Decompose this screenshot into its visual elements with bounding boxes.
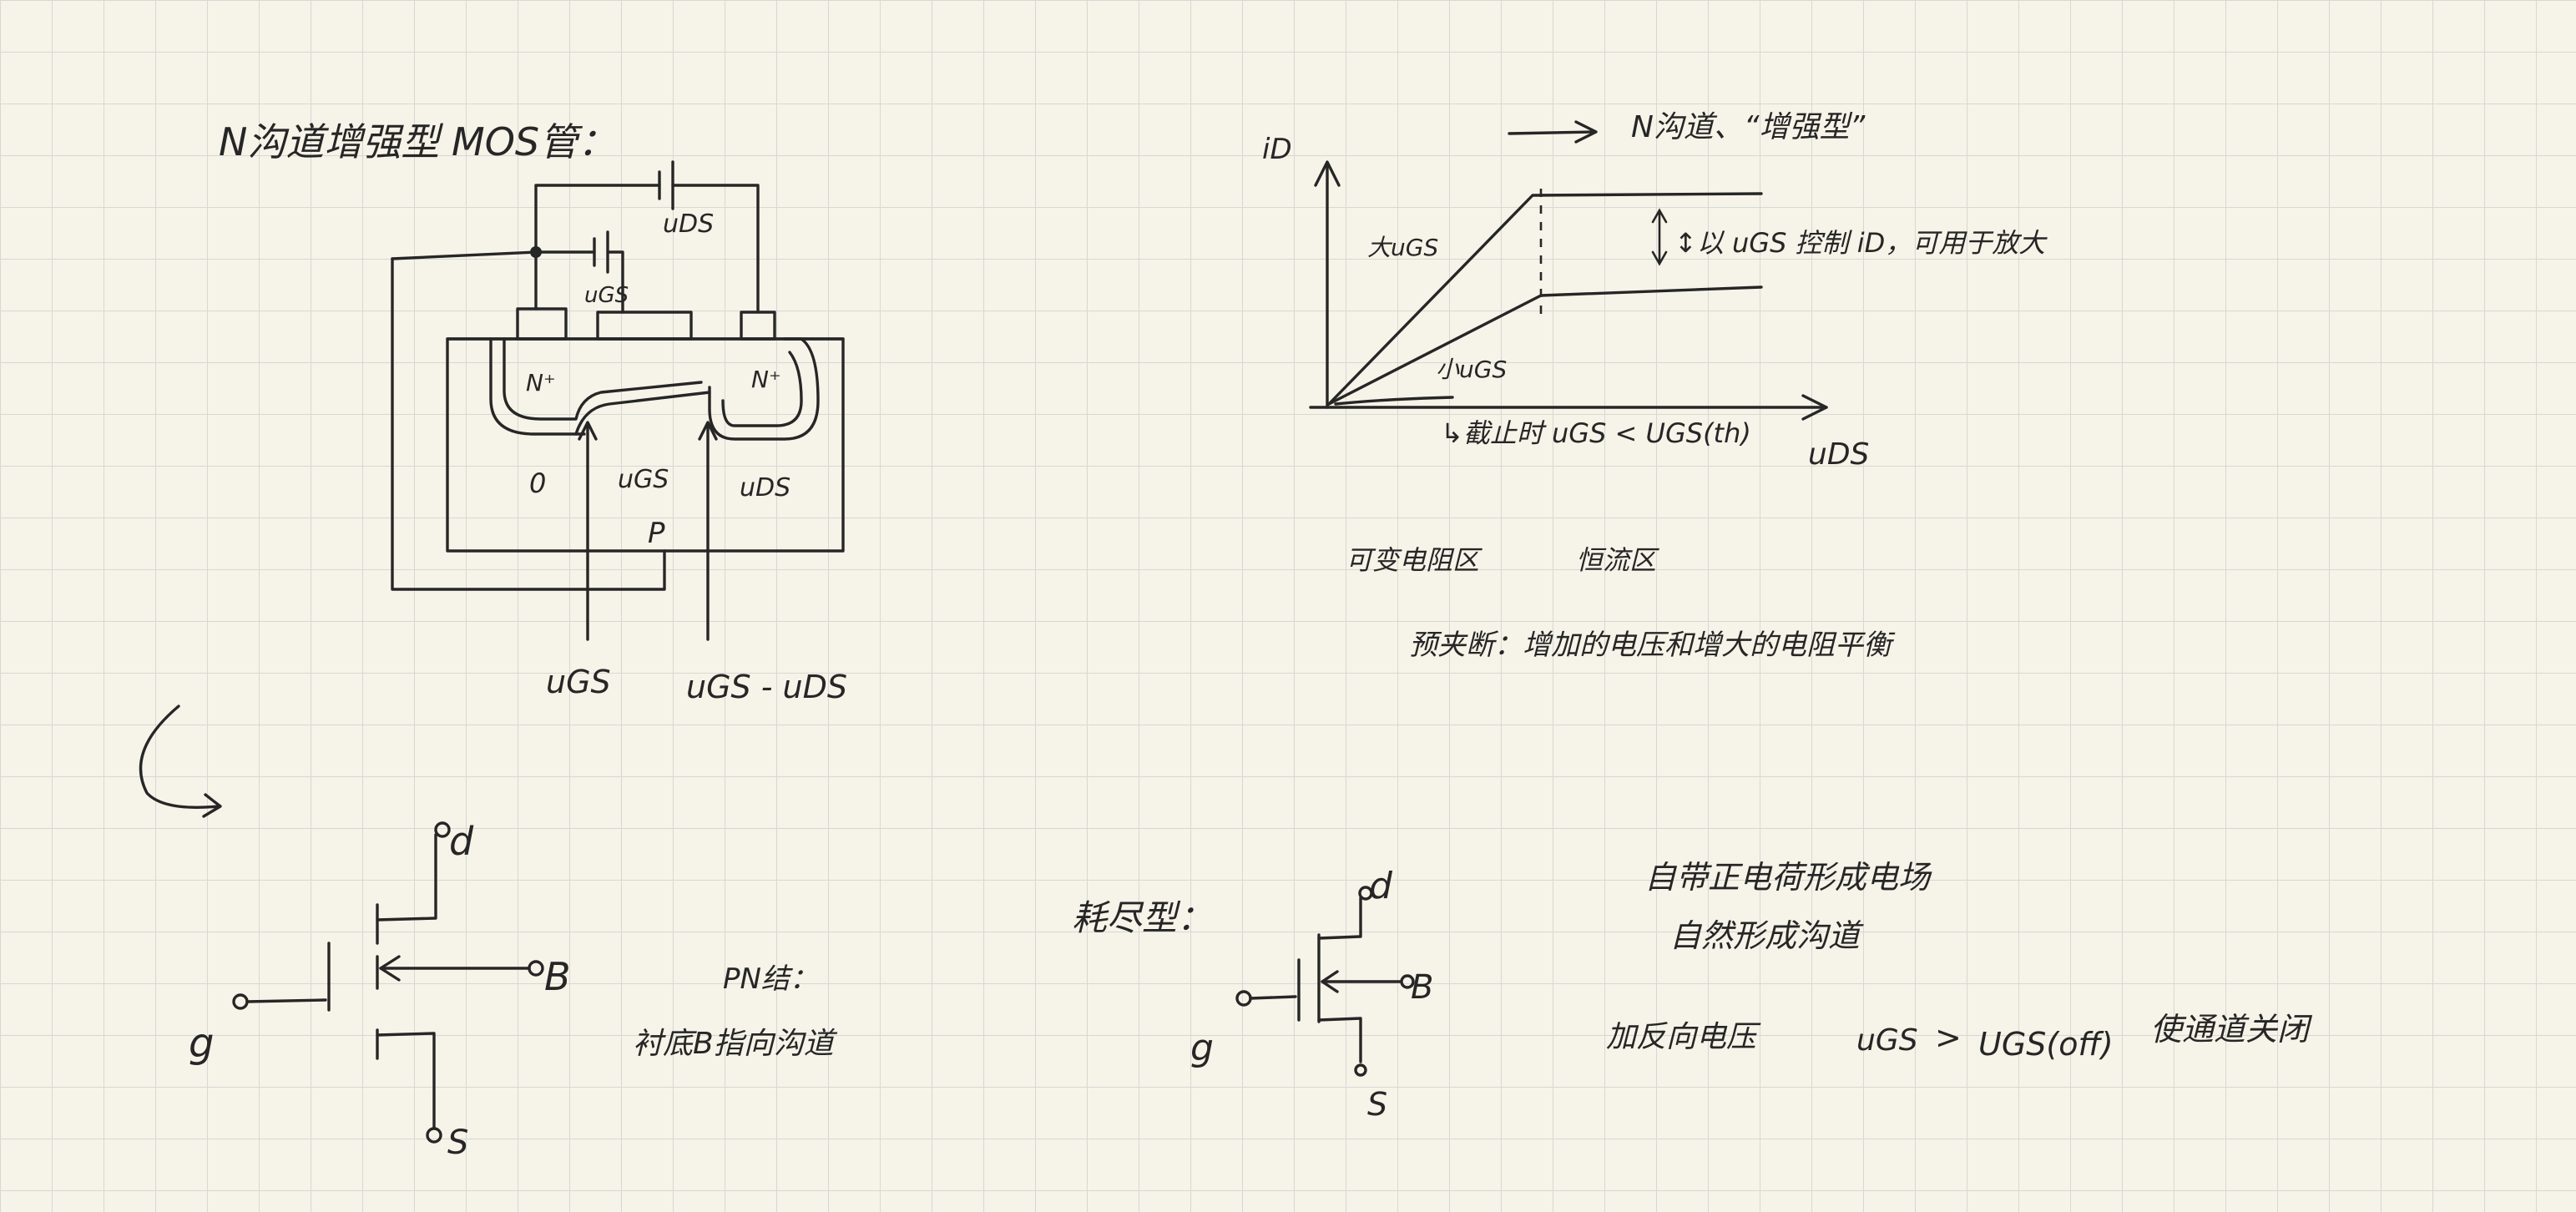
label-ugs-minus-uds: uGS - uDS xyxy=(686,669,847,705)
label-ugs-bottom: uGS xyxy=(546,664,611,700)
dep-note-reverse: 加反向电压 xyxy=(1606,1020,1761,1054)
label-d: d xyxy=(449,819,474,864)
substrate-terminal xyxy=(528,960,544,977)
dep-note-gt: > xyxy=(1935,1019,1962,1056)
label-constant-current: 恒流区 xyxy=(1576,544,1659,576)
curve-large-ugs xyxy=(1327,192,1763,406)
drain-terminal xyxy=(434,821,451,838)
dep-label-g: g xyxy=(1190,1027,1214,1069)
source-terminal xyxy=(426,1127,442,1144)
drain-lead xyxy=(376,833,437,922)
label-zero: 0 xyxy=(529,467,546,499)
label-large-ugs: 大uGS xyxy=(1367,234,1438,261)
label-uds-top: uDS xyxy=(663,210,714,239)
label-b: B xyxy=(544,954,571,999)
label-ugs-top: uGS xyxy=(584,283,629,308)
depletion-symbol: 耗尽型： d g B S 自带正电荷形成电场 自然形成沟道 加反向电压 uGS … xyxy=(1072,859,2313,1123)
depletion-title: 耗尽型： xyxy=(1072,897,1212,938)
curved-arrow xyxy=(139,704,220,809)
curve-small-ugs xyxy=(1327,285,1763,406)
dep-note-ugs: uGS xyxy=(1856,1023,1918,1058)
label-g: g xyxy=(189,1020,214,1067)
source-lead xyxy=(376,1032,436,1129)
dep-gate-terminal xyxy=(1235,990,1252,1007)
enhancement-symbol: d g B S PN结： 衬底B指向沟道 xyxy=(189,819,838,1162)
label-ugs-mid: uGS xyxy=(618,465,669,494)
dep-drain-lead xyxy=(1317,896,1362,940)
dep-label-b: B xyxy=(1411,968,1433,1007)
uds-wire-right xyxy=(671,184,760,314)
mos-cross-section: uDS uGS N⁺ N⁺ 0 uGS uDS P uGS uGS - uDS xyxy=(391,160,847,705)
dep-note-ugs-off: UGS(off) xyxy=(1978,1026,2114,1063)
curve-cutoff xyxy=(1334,396,1454,406)
label-id: iD xyxy=(1262,133,1292,166)
note-pinchoff: 预夹断：增加的电压和增大的电阻平衡 xyxy=(1409,629,1896,662)
note-arrow xyxy=(1508,130,1596,135)
dep-note-charge: 自带正电荷形成电场 xyxy=(1644,859,1932,896)
gate-lead xyxy=(245,998,327,1003)
note-control: ↕以 uGS 控制 iD，可用于放大 xyxy=(1674,227,2048,259)
page-title: N沟道增强型 MOS管： xyxy=(219,119,616,164)
label-n-left: N⁺ xyxy=(526,369,556,396)
uds-wire-left xyxy=(534,184,661,254)
dep-label-s: S xyxy=(1367,1086,1387,1123)
gate-electrode xyxy=(596,311,693,341)
gate-terminal xyxy=(232,993,249,1010)
label-n-right: N⁺ xyxy=(751,366,781,393)
dep-note-channel: 自然形成沟道 xyxy=(1669,917,1864,954)
gate-wire xyxy=(391,250,538,260)
dep-label-d: d xyxy=(1369,865,1393,907)
label-small-ugs: 小uGS xyxy=(1436,356,1507,383)
label-s: S xyxy=(447,1124,468,1162)
note-n-channel: N沟道、“增强型” xyxy=(1631,110,1866,144)
note-cutoff: ↳截止时 uGS < UGS(th) xyxy=(1441,417,1751,449)
label-p-substrate: P xyxy=(648,517,665,550)
source-electrode xyxy=(516,307,568,341)
dep-note-close: 使通道关闭 xyxy=(2150,1011,2313,1048)
label-uds-axis: uDS xyxy=(1808,437,1869,472)
channel-edge xyxy=(574,391,711,436)
drain-electrode xyxy=(740,311,776,341)
notebook-sheet: N沟道增强型 MOS管： uDS uGS N⁺ N⁺ 0 uGS uDS P u… xyxy=(139,110,2313,1162)
substrate-body xyxy=(446,337,845,553)
note-substrate-direction: 衬底B指向沟道 xyxy=(633,1027,838,1061)
label-variable-resistance: 可变电阻区 xyxy=(1346,544,1482,576)
output-characteristic: iD N沟道、“增强型” 大uGS 小uGS ↕以 uGS 控制 iD，可用于放… xyxy=(1262,110,2048,662)
dep-source-lead xyxy=(1317,1017,1362,1063)
dep-source-terminal xyxy=(1354,1063,1367,1077)
note-pn-junction: PN结： xyxy=(723,962,818,996)
dep-gate-lead xyxy=(1249,995,1297,1000)
label-uds-mid: uDS xyxy=(740,473,790,502)
